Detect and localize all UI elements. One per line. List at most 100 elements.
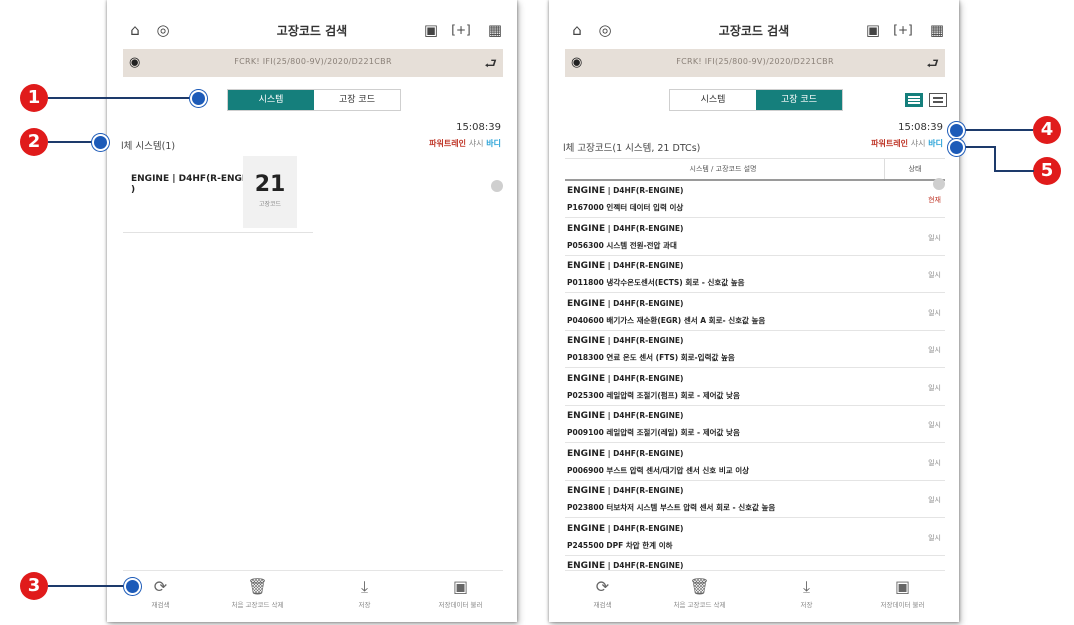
- callout-5: 5: [1033, 157, 1061, 185]
- total-dtcs: l체 고장코드(1 시스템, 21 DTCs): [563, 143, 701, 154]
- clear-dtc-button[interactable]: 🗑 처음 고장코드 삭제: [652, 577, 747, 609]
- download-icon: ⤓: [360, 577, 369, 596]
- dtc-system: ENGINE | D4HF(R-ENGINE): [567, 299, 683, 309]
- dtc-system-name: ENGINE: [567, 223, 606, 234]
- tab-system[interactable]: 시스템: [670, 90, 756, 110]
- menu-grid-icon[interactable]: ▦: [927, 20, 947, 40]
- system-name: ENGINE | D4HF(R-ENGINE ): [131, 174, 259, 195]
- separator: |: [605, 411, 614, 420]
- dtc-system: ENGINE | D4HF(R-ENGINE): [567, 411, 683, 421]
- tab-system[interactable]: 시스템: [228, 90, 314, 110]
- dtc-system-name: ENGINE: [567, 523, 606, 534]
- view-tabs: 시스템 고장 코드: [669, 89, 843, 111]
- trash-icon: 🗑: [689, 577, 710, 596]
- vehicle-info: FCRK! IFI(25/800-9V)/2020/D221CBR: [676, 57, 834, 66]
- dtc-system-sub: D4HF(R-ENGINE): [613, 186, 684, 195]
- separator: |: [605, 448, 614, 458]
- callout-1-dot: [190, 90, 207, 107]
- vehicle-info: FCRK! IFI(25/800-9V)/2020/D221CBR: [234, 57, 392, 66]
- left-screen: ⌂ ◎ 고장코드 검색 ▣ [+] ▦ ◉ FCRK! IFI(25/800-9…: [107, 0, 517, 622]
- system-row[interactable]: ENGINE | D4HF(R-ENGINE ) 21 고장코드: [123, 150, 313, 233]
- dtc-system-name: ENGINE: [567, 261, 606, 271]
- separator: |: [605, 298, 614, 308]
- dtc-row[interactable]: ENGINE | D4HF(R-ENGINE) P011800 냉각수온도센서(E…: [565, 256, 945, 293]
- dtc-system: ENGINE | D4HF(R-ENGINE): [567, 224, 683, 234]
- dtc-row[interactable]: ENGINE | D4HF(R-ENGINE) P023800 터보차저 시스템 …: [565, 481, 945, 518]
- dtc-status: 일시: [928, 383, 941, 392]
- dtc-system: ENGINE | D4HF(R-ENGINE): [567, 524, 683, 534]
- dtc-description: P006900 부스트 압력 센서/대기압 센서 신호 비교 이상: [567, 465, 750, 475]
- save-button[interactable]: ⤓ 저장: [759, 577, 854, 609]
- exit-icon[interactable]: ⮐: [484, 53, 497, 77]
- list-view-icon[interactable]: [905, 93, 923, 107]
- filter-body[interactable]: 바디: [486, 139, 501, 148]
- save-button[interactable]: ⤓ 저장: [317, 577, 412, 609]
- right-screen: ⌂ ◎ 고장코드 검색 ▣ [+] ▦ ◉ FCRK! IFI(25/800-9…: [549, 0, 959, 622]
- screenshot-icon[interactable]: [+]: [451, 20, 471, 40]
- category-filters: 파워트레인 샤시 바디: [871, 138, 943, 149]
- filter-chassis[interactable]: 샤시: [469, 139, 484, 148]
- dtc-description: P011800 냉각수온도센서(ECTS) 회로 - 신호값 높음: [567, 278, 745, 287]
- dtc-system-sub: D4HF(R-ENGINE): [613, 411, 684, 420]
- dtc-status: 일시: [928, 308, 941, 317]
- category-filters: 파워트레인 샤시 바디: [429, 138, 501, 149]
- dtc-row[interactable]: ENGINE | D4HF(R-ENGINE) P018300 연료 온도 센서 …: [565, 331, 945, 368]
- load-data-button[interactable]: ▣ 저장데이터 불러: [855, 577, 950, 609]
- dtc-description: P009100 레일압력 조절기(레일) 회로 - 제어값 낮음: [567, 428, 740, 437]
- refresh-label: 재검색: [151, 601, 170, 609]
- dtc-system-sub: D4HF(R-ENGINE): [613, 486, 684, 495]
- dtc-row[interactable]: ENGINE | D4HF(R-ENGINE) P006900 부스트 압력 센서…: [565, 444, 945, 481]
- screenshot-icon[interactable]: [+]: [893, 20, 913, 40]
- menu-grid-icon[interactable]: ▦: [485, 20, 505, 40]
- refresh-label: 재검색: [593, 601, 612, 609]
- dtc-table-header: 시스템 / 고장코드 설명 상태: [565, 158, 945, 181]
- callout-2-dot: [92, 134, 109, 151]
- callout-4: 4: [1033, 116, 1061, 144]
- dtc-row[interactable]: ENGINE | D4HF(R-ENGINE) P025300 레일압력 조절기(…: [565, 369, 945, 406]
- filter-powertrain[interactable]: 파워트레인: [429, 139, 466, 148]
- refresh-icon: ⟳: [595, 577, 610, 596]
- detail-view-icon[interactable]: [929, 93, 947, 107]
- separator: |: [605, 561, 614, 570]
- dtc-row[interactable]: ENGINE | D4HF(R-ENGINE) P167000 인젝터 데이터 입…: [565, 181, 945, 218]
- callout-1: 1: [20, 84, 48, 112]
- filter-chassis[interactable]: 샤시: [911, 139, 926, 148]
- load-data-label: 저장데이터 불러: [438, 601, 483, 609]
- dtc-row[interactable]: ENGINE | D4HF(R-ENGINE) P009100 레일압력 조절기(…: [565, 406, 945, 443]
- dtc-system-name: ENGINE: [567, 411, 606, 421]
- bottom-toolbar: ⟳ 재검색 🗑 처음 고장코드 삭제 ⤓ 저장 ▣ 저장데이터 불러: [565, 570, 945, 619]
- load-data-button[interactable]: ▣ 저장데이터 불러: [413, 577, 508, 609]
- scroll-handle[interactable]: [933, 178, 945, 190]
- callout-2-leader: [48, 141, 98, 143]
- filter-body[interactable]: 바디: [928, 139, 943, 148]
- dtc-system-sub: D4HF(R-ENGINE): [613, 336, 684, 345]
- dtc-system: ENGINE | D4HF(R-ENGINE): [567, 449, 683, 459]
- callout-5-leader-end: [994, 170, 1034, 172]
- dtc-row[interactable]: ENGINE | D4HF(R-ENGINE) P040600 배기가스 재순환(…: [565, 294, 945, 331]
- device-icon[interactable]: ▣: [863, 20, 883, 40]
- clear-dtc-label: 처음 고장코드 삭제: [673, 601, 726, 609]
- tab-dtc[interactable]: 고장 코드: [756, 90, 842, 110]
- separator: |: [605, 373, 614, 383]
- timestamp: 15:08:39: [898, 122, 943, 133]
- filter-powertrain[interactable]: 파워트레인: [871, 139, 908, 148]
- dtc-system: ENGINE | D4HF(R-ENGINE): [567, 374, 683, 384]
- tab-dtc[interactable]: 고장 코드: [314, 90, 400, 110]
- device-icon[interactable]: ▣: [421, 20, 441, 40]
- clear-dtc-button[interactable]: 🗑 처음 고장코드 삭제: [210, 577, 305, 609]
- scroll-handle[interactable]: [491, 180, 503, 192]
- dtc-row[interactable]: ENGINE | D4HF(R-ENGINE) P245500 DPF 차압 한계…: [565, 519, 945, 556]
- dtc-system-sub: D4HF(R-ENGINE): [613, 261, 684, 270]
- separator: |: [605, 523, 614, 533]
- dtc-description: P056300 시스템 전원-전압 과대: [567, 240, 677, 250]
- callout-5-dot: [948, 139, 965, 156]
- callout-2: 2: [20, 128, 48, 156]
- top-bar: ⌂ ◎ 고장코드 검색 ▣ [+] ▦: [549, 18, 959, 44]
- dtc-system-sub: D4HF(R-ENGINE): [613, 223, 684, 233]
- dtc-row[interactable]: ENGINE | D4HF(R-ENGINE) P056300 시스템 전원-전압…: [565, 219, 945, 256]
- exit-icon[interactable]: ⮐: [926, 53, 939, 77]
- refresh-button[interactable]: ⟳ 재검색: [555, 577, 650, 609]
- dtc-count-box[interactable]: 21 고장코드: [243, 156, 297, 228]
- dtc-count-label: 고장코드: [258, 201, 282, 208]
- column-description: 시스템 / 고장코드 설명: [689, 165, 757, 173]
